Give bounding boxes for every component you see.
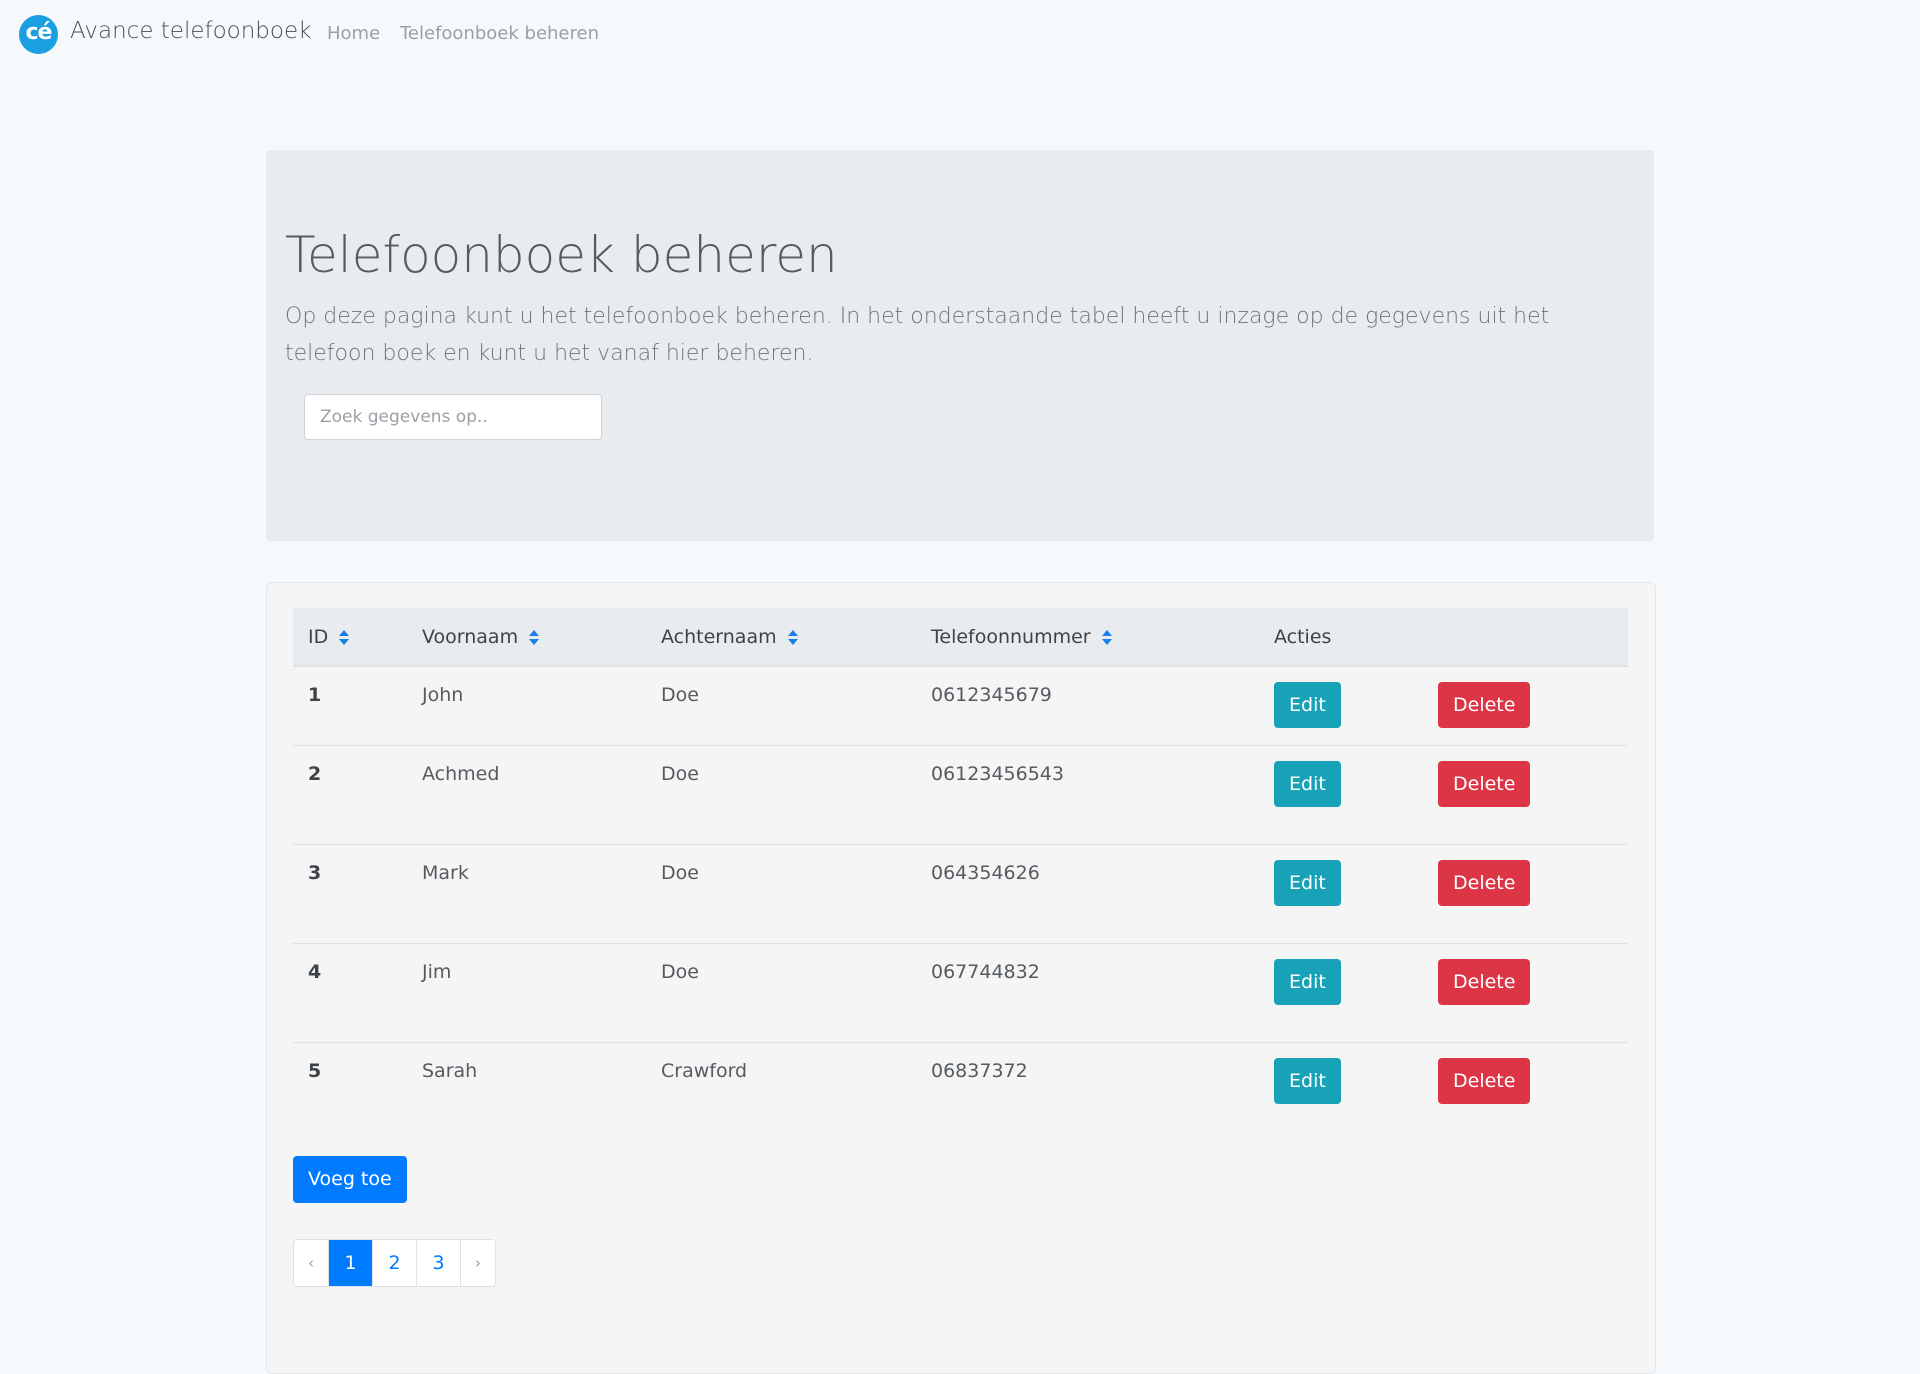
column-header-voornaam[interactable]: Voornaam	[407, 608, 646, 667]
delete-button[interactable]: Delete	[1438, 760, 1531, 807]
cell-voornaam: Achmed	[422, 762, 500, 785]
table-row: 4 Jim Doe 067744832 Edit Delete	[293, 943, 1628, 1042]
cell-voornaam: John	[422, 684, 464, 706]
column-header-id[interactable]: ID	[293, 608, 407, 667]
cell-delete: Delete	[1423, 745, 1628, 844]
jumbotron: Telefoonboek beheren Op deze pagina kunt…	[266, 150, 1654, 541]
table-header-row: ID Voornaam Achternaam Telefoonnummer Ac…	[293, 608, 1628, 667]
cell-id: 3	[308, 861, 322, 884]
cell-achternaam: Doe	[661, 960, 699, 983]
column-header-label: Voornaam	[422, 625, 519, 648]
edit-button[interactable]: Edit	[1274, 859, 1341, 906]
delete-button[interactable]: Delete	[1438, 1057, 1531, 1104]
cell-delete: Delete	[1423, 1042, 1628, 1122]
cell-id: 2	[308, 762, 322, 785]
navbar: cé Avance telefoonboek Home Telefoonboek…	[0, 0, 1920, 68]
pagination: ‹ 1 2 3 ›	[293, 1239, 496, 1287]
cell-voornaam: Jim	[422, 960, 452, 983]
cell-delete: Delete	[1423, 666, 1628, 745]
cell-delete: Delete	[1423, 943, 1628, 1042]
cell-edit: Edit	[1259, 666, 1423, 745]
cell-voornaam: Sarah	[422, 1059, 478, 1082]
sort-icon[interactable]	[1101, 629, 1113, 646]
cell-edit: Edit	[1259, 943, 1423, 1042]
cell-delete: Delete	[1423, 844, 1628, 943]
cell-telefoonnummer: 06837372	[931, 1059, 1028, 1082]
nav-link-telefoonboek-beheren[interactable]: Telefoonboek beheren	[400, 23, 599, 44]
column-header-acties: Acties	[1259, 608, 1628, 667]
sort-icon[interactable]	[528, 629, 540, 646]
pagination-next-button[interactable]: ›	[461, 1240, 495, 1286]
pagination-page-2[interactable]: 2	[373, 1240, 417, 1286]
column-header-telefoonnummer[interactable]: Telefoonnummer	[916, 608, 1259, 667]
edit-button[interactable]: Edit	[1274, 1057, 1341, 1104]
page-title: Telefoonboek beheren	[285, 226, 838, 284]
delete-button[interactable]: Delete	[1438, 682, 1531, 728]
sort-icon[interactable]	[338, 629, 350, 646]
pagination-page-3[interactable]: 3	[417, 1240, 461, 1286]
table-row: 5 Sarah Crawford 06837372 Edit Delete	[293, 1042, 1628, 1122]
cell-id: 4	[308, 960, 322, 983]
delete-button[interactable]: Delete	[1438, 958, 1531, 1005]
search-input[interactable]	[304, 394, 602, 440]
brand-name[interactable]: Avance telefoonboek	[70, 18, 311, 44]
cell-edit: Edit	[1259, 1042, 1423, 1122]
sort-icon[interactable]	[787, 629, 799, 646]
cell-telefoonnummer: 067744832	[931, 960, 1040, 983]
edit-button[interactable]: Edit	[1274, 682, 1341, 728]
cell-achternaam: Doe	[661, 762, 699, 785]
page-description: Op deze pagina kunt u het telefoonboek b…	[285, 304, 1550, 366]
pagination-prev-button[interactable]: ‹	[294, 1240, 329, 1286]
edit-button[interactable]: Edit	[1274, 958, 1341, 1005]
cell-edit: Edit	[1259, 844, 1423, 943]
cell-telefoonnummer: 064354626	[931, 861, 1040, 884]
pagination-page-1[interactable]: 1	[329, 1240, 373, 1286]
cell-telefoonnummer: 06123456543	[931, 762, 1064, 785]
table-row: 2 Achmed Doe 06123456543 Edit Delete	[293, 745, 1628, 844]
nav-link-home[interactable]: Home	[327, 23, 380, 44]
cell-id: 1	[308, 684, 322, 706]
cell-achternaam: Doe	[661, 684, 699, 706]
cell-voornaam: Mark	[422, 861, 469, 884]
cell-telefoonnummer: 0612345679	[931, 684, 1052, 706]
cell-id: 5	[308, 1059, 322, 1082]
column-header-label: Achternaam	[661, 625, 777, 648]
cell-achternaam: Crawford	[661, 1059, 748, 1082]
column-header-achternaam[interactable]: Achternaam	[646, 608, 916, 667]
phonebook-card: ID Voornaam Achternaam Telefoonnummer Ac…	[266, 582, 1656, 1374]
add-button[interactable]: Voeg toe	[293, 1156, 407, 1203]
delete-button[interactable]: Delete	[1438, 859, 1531, 906]
table-row: 3 Mark Doe 064354626 Edit Delete	[293, 844, 1628, 943]
column-header-label: Telefoonnummer	[931, 625, 1091, 648]
cell-edit: Edit	[1259, 745, 1423, 844]
cell-achternaam: Doe	[661, 861, 699, 884]
column-header-label: ID	[308, 625, 329, 648]
phonebook-table: ID Voornaam Achternaam Telefoonnummer Ac…	[293, 608, 1628, 1122]
brand-logo-icon[interactable]: cé	[19, 15, 58, 54]
table-row: 1 John Doe 0612345679 Edit Delete	[293, 666, 1628, 745]
edit-button[interactable]: Edit	[1274, 760, 1341, 807]
column-header-label: Acties	[1274, 625, 1332, 648]
